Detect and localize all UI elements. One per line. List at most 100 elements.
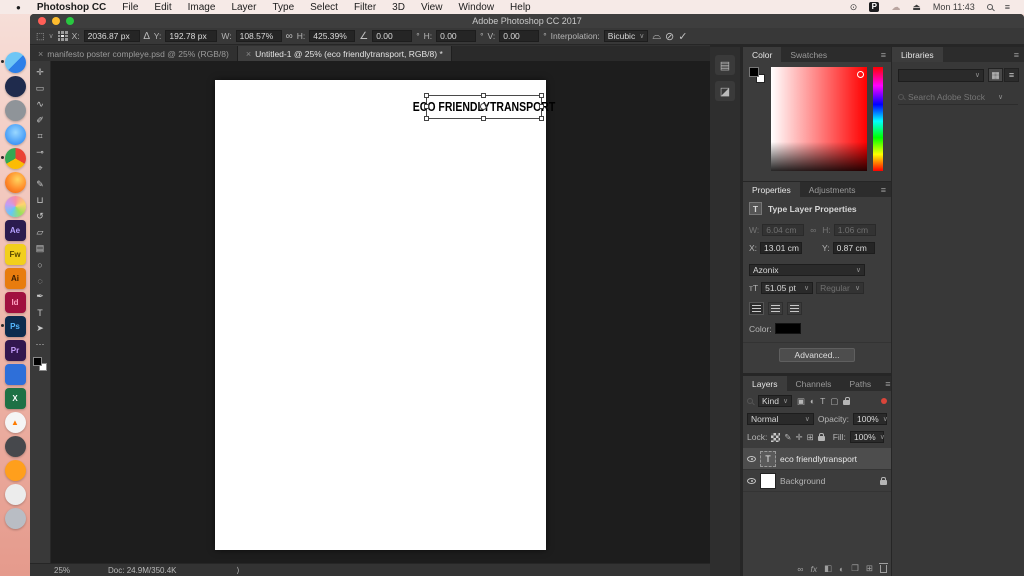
menu-clock[interactable]: Mon 11:43 bbox=[927, 2, 981, 12]
lock-artboard-icon[interactable]: ⊞ bbox=[807, 432, 814, 443]
document-canvas[interactable]: ECO FRIENDLYTRANSPORT bbox=[215, 80, 555, 550]
transform-handle-s[interactable] bbox=[481, 116, 486, 121]
transform-handle-e[interactable] bbox=[539, 104, 544, 109]
spotlight-icon[interactable] bbox=[981, 4, 999, 10]
link-dimensions-icon[interactable]: ∞ bbox=[286, 31, 293, 42]
panel-menu-icon[interactable]: ≡ bbox=[880, 376, 895, 391]
tool-gradient[interactable]: ▤ bbox=[32, 241, 49, 256]
lock-transparency-icon[interactable] bbox=[771, 432, 781, 442]
window-title-bar[interactable]: Adobe Photoshop CC 2017 bbox=[30, 14, 1024, 28]
layer-name[interactable]: Background bbox=[780, 476, 825, 486]
menu-view[interactable]: View bbox=[413, 2, 451, 13]
commit-transform-button[interactable]: ✓ bbox=[678, 30, 687, 43]
filter-smart-objects-icon[interactable] bbox=[843, 397, 851, 405]
lock-pixels-icon[interactable]: ✎ bbox=[784, 432, 791, 443]
zoom-level-field[interactable]: 25% bbox=[54, 566, 70, 575]
dock-app-after-effects[interactable]: Ae bbox=[4, 220, 26, 241]
link-dimensions-icon[interactable]: ∞ bbox=[807, 225, 819, 235]
foreground-color-swatch[interactable] bbox=[749, 67, 759, 77]
tool-rectangular-marquee[interactable]: ▭ bbox=[32, 81, 49, 96]
rotation-field[interactable]: 0.00 bbox=[372, 30, 413, 42]
transform-handle-nw[interactable] bbox=[424, 93, 429, 98]
menu-image[interactable]: Image bbox=[180, 2, 224, 13]
transform-reference-point[interactable] bbox=[480, 103, 487, 110]
dock-app-dark[interactable] bbox=[4, 76, 26, 97]
tool-eraser[interactable]: ▱ bbox=[32, 225, 49, 240]
dock-app-excel[interactable]: X bbox=[4, 388, 26, 409]
menu-help[interactable]: Help bbox=[502, 2, 539, 13]
link-layers-icon[interactable]: ∞ bbox=[797, 564, 803, 574]
font-family-dropdown[interactable]: Azonix ∨ bbox=[749, 264, 865, 276]
tool-brush[interactable]: ✎ bbox=[32, 177, 49, 192]
reference-point-locator[interactable] bbox=[57, 31, 68, 41]
tool-history-brush[interactable]: ↺ bbox=[32, 209, 49, 224]
layer-group-icon[interactable]: ❐ bbox=[851, 563, 859, 574]
menu-type[interactable]: Type bbox=[264, 2, 302, 13]
dock-app-light[interactable] bbox=[4, 484, 26, 505]
tool-blur[interactable]: ○ bbox=[32, 257, 49, 272]
height-field[interactable]: 425.39% bbox=[309, 30, 356, 42]
align-right-button[interactable] bbox=[787, 302, 802, 315]
delete-layer-icon[interactable] bbox=[879, 562, 888, 573]
relative-positioning-button[interactable]: ∆ bbox=[144, 31, 150, 42]
panel-menu-icon[interactable]: ≡ bbox=[876, 47, 891, 62]
menu-layer[interactable]: Layer bbox=[223, 2, 264, 13]
filter-adjustment-layers-icon[interactable]: ◐ bbox=[810, 396, 815, 406]
tab-channels[interactable]: Channels bbox=[787, 376, 841, 391]
tool-eyedropper[interactable]: ⊸ bbox=[32, 145, 49, 160]
tab-swatches[interactable]: Swatches bbox=[781, 47, 836, 62]
menu-window[interactable]: Window bbox=[450, 2, 502, 13]
dock-trash[interactable] bbox=[4, 508, 26, 529]
dock-app-vlc[interactable]: ▲ bbox=[4, 412, 26, 433]
dock-app-photoshop[interactable]: Ps bbox=[0, 316, 26, 337]
eject-icon[interactable]: ⏏ bbox=[906, 2, 927, 13]
panel-menu-icon[interactable]: ≡ bbox=[876, 182, 891, 197]
transform-handle-sw[interactable] bbox=[424, 116, 429, 121]
dock-app-blue[interactable] bbox=[4, 364, 26, 385]
list-view-button[interactable]: ≡ bbox=[1004, 68, 1019, 82]
tab-paths[interactable]: Paths bbox=[840, 376, 880, 391]
status-options-chevron[interactable]: ⟩ bbox=[237, 566, 240, 575]
transform-tool-preset-icon[interactable]: ⬚ bbox=[36, 31, 45, 42]
menu-select[interactable]: Select bbox=[302, 2, 346, 13]
transform-handle-w[interactable] bbox=[424, 104, 429, 109]
tool-dodge[interactable]: ◌ bbox=[32, 273, 49, 288]
fill-dropdown[interactable]: 100% ∨ bbox=[849, 431, 885, 443]
prop-y-field[interactable]: 0.87 cm bbox=[832, 242, 875, 254]
tool-healing-brush[interactable]: ⌖ bbox=[32, 161, 49, 176]
tab-adjustments[interactable]: Adjustments bbox=[800, 182, 865, 197]
layer-name[interactable]: eco friendlytransport bbox=[780, 454, 857, 464]
opacity-dropdown[interactable]: 100% ∨ bbox=[853, 413, 888, 425]
tab-libraries[interactable]: Libraries bbox=[892, 47, 943, 62]
dock-app-indesign[interactable]: Id bbox=[4, 292, 26, 313]
menu-file[interactable]: File bbox=[114, 2, 146, 13]
transform-handle-se[interactable] bbox=[539, 116, 544, 121]
collapsed-panel-icon-2[interactable]: ◪ bbox=[715, 81, 735, 101]
layer-mask-icon[interactable]: ◧ bbox=[824, 563, 832, 574]
new-layer-icon[interactable]: ⊞ bbox=[866, 563, 873, 574]
color-panel-fg-bg-swatches[interactable] bbox=[749, 67, 765, 83]
doc-tab-untitled-1[interactable]: × Untitled-1 @ 25% (eco friendlytranspor… bbox=[237, 46, 452, 61]
h-skew-field[interactable]: 0.00 bbox=[436, 30, 477, 42]
library-select-dropdown[interactable]: ∨ bbox=[898, 69, 984, 82]
font-size-dropdown[interactable]: 51.05 pt ∨ bbox=[761, 282, 814, 294]
tool-crop[interactable]: ⌗ bbox=[32, 129, 49, 144]
layer-effects-icon[interactable]: fx bbox=[810, 564, 817, 574]
align-left-button[interactable] bbox=[749, 302, 764, 315]
v-skew-field[interactable]: 0.00 bbox=[499, 30, 540, 42]
warp-mode-button[interactable]: ⌓ bbox=[652, 30, 661, 43]
tool-lasso[interactable]: ∿ bbox=[32, 97, 49, 112]
tool-quick-selection[interactable]: ✐ bbox=[32, 113, 49, 128]
hue-slider[interactable] bbox=[873, 67, 883, 171]
edit-toolbar-button[interactable]: ⋯ bbox=[32, 337, 49, 352]
grid-view-button[interactable]: ▦ bbox=[988, 68, 1003, 82]
x-position-field[interactable]: 2036.87 px bbox=[83, 30, 140, 42]
tab-color[interactable]: Color bbox=[743, 47, 782, 62]
dock-app-premiere[interactable]: Pr bbox=[4, 340, 26, 361]
layer-row-text[interactable]: T eco friendlytransport bbox=[743, 448, 891, 470]
dock-app-firefox[interactable] bbox=[4, 172, 26, 193]
dock-app-illustrator[interactable]: Ai bbox=[4, 268, 26, 289]
close-icon[interactable]: × bbox=[38, 49, 43, 59]
transform-bounding-box[interactable]: ECO FRIENDLYTRANSPORT bbox=[413, 93, 555, 121]
adobe-stock-search-input[interactable] bbox=[908, 91, 994, 102]
